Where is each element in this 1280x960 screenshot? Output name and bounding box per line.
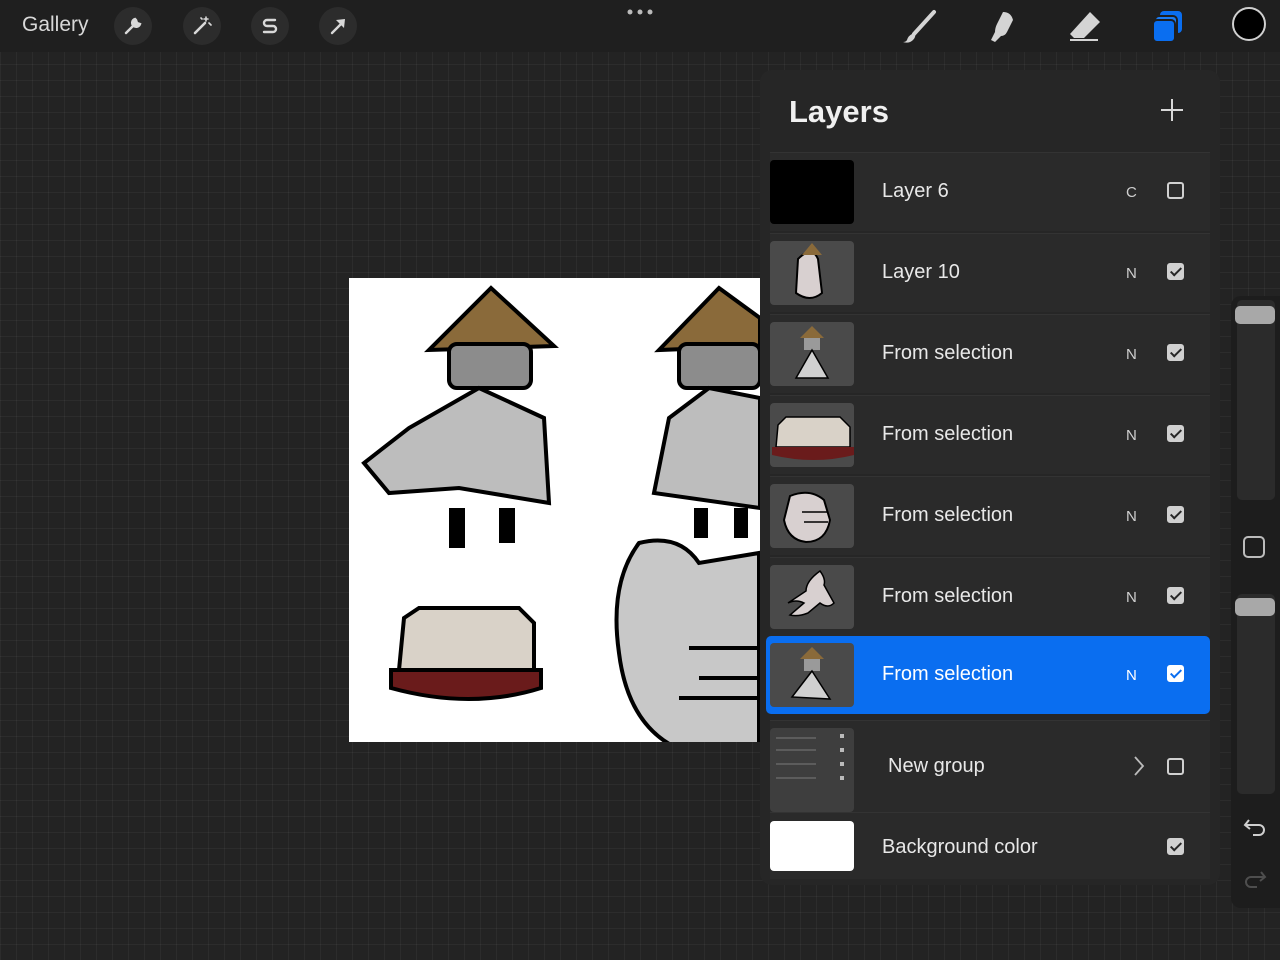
more-options-icon[interactable]	[626, 8, 654, 16]
add-layer-plus-icon[interactable]	[1158, 96, 1186, 124]
eraser-icon[interactable]	[1066, 8, 1104, 46]
layer-row-layer-6[interactable]: Layer 6 C	[770, 152, 1210, 231]
layers-panel-title: Layers	[789, 94, 889, 129]
opacity-slider[interactable]	[1235, 594, 1275, 794]
chevron-right-icon[interactable]	[1132, 755, 1146, 777]
top-toolbar: Gallery	[0, 0, 1280, 52]
smudge-icon[interactable]	[983, 8, 1021, 46]
blend-mode-button[interactable]: N	[1126, 667, 1137, 684]
layer-name: Layer 10	[882, 261, 960, 283]
wrench-icon[interactable]	[114, 7, 152, 45]
visibility-checkbox[interactable]	[1167, 665, 1184, 682]
visibility-checkbox[interactable]	[1167, 838, 1184, 855]
gallery-button[interactable]: Gallery	[22, 13, 89, 37]
layer-thumbnail	[770, 322, 854, 386]
layer-name: Background color	[882, 836, 1038, 858]
layer-row-new-group[interactable]: New group	[770, 720, 1210, 813]
layer-name: From selection	[882, 663, 1014, 685]
layer-thumbnail	[770, 403, 854, 467]
artwork-canvas[interactable]	[349, 278, 760, 742]
opacity-knob[interactable]	[1235, 598, 1275, 616]
visibility-checkbox[interactable]	[1167, 506, 1184, 523]
brush-size-knob[interactable]	[1235, 306, 1275, 324]
blend-mode-button[interactable]: N	[1126, 589, 1137, 606]
blend-mode-button[interactable]: N	[1126, 427, 1137, 444]
blend-mode-button[interactable]: N	[1126, 508, 1137, 525]
visibility-checkbox[interactable]	[1167, 344, 1184, 361]
blend-mode-button[interactable]: N	[1126, 265, 1137, 282]
layers-icon[interactable]	[1150, 8, 1188, 46]
layer-row-from-selection[interactable]: From selection N	[770, 476, 1210, 555]
layer-row-from-selection-selected[interactable]: From selection N	[766, 636, 1210, 714]
layer-name: Layer 6	[882, 180, 949, 202]
group-thumbnail	[770, 728, 854, 812]
brush-size-slider[interactable]	[1235, 300, 1275, 500]
visibility-checkbox[interactable]	[1167, 182, 1184, 199]
magic-wand-icon[interactable]	[183, 7, 221, 45]
layer-row-layer-10[interactable]: Layer 10 N	[770, 233, 1210, 312]
background-color-swatch	[770, 821, 854, 871]
layer-name: From selection	[882, 504, 1014, 526]
artwork-illustration	[361, 285, 760, 742]
selection-s-icon[interactable]	[251, 7, 289, 45]
visibility-checkbox[interactable]	[1167, 587, 1184, 604]
layer-name: From selection	[882, 423, 1014, 445]
modify-button-icon[interactable]	[1243, 536, 1265, 558]
layer-name: From selection	[882, 342, 1014, 364]
transform-arrow-icon[interactable]	[319, 7, 357, 45]
visibility-checkbox[interactable]	[1167, 758, 1184, 775]
layers-panel: Layers Layer 6 C Layer 10 N From selecti…	[760, 70, 1220, 885]
layer-thumbnail	[770, 160, 854, 224]
layer-row-from-selection[interactable]: From selection N	[770, 557, 1210, 636]
side-slider-bar	[1231, 296, 1280, 908]
layer-row-background-color[interactable]: Background color	[770, 812, 1210, 879]
redo-icon[interactable]	[1243, 868, 1267, 890]
blend-mode-button[interactable]: C	[1126, 184, 1137, 201]
layer-thumbnail	[770, 484, 854, 548]
layer-name: From selection	[882, 585, 1014, 607]
brush-icon[interactable]	[900, 8, 938, 46]
color-picker-button[interactable]	[1232, 7, 1266, 41]
visibility-checkbox[interactable]	[1167, 425, 1184, 442]
blend-mode-button[interactable]: N	[1126, 346, 1137, 363]
undo-icon[interactable]	[1243, 816, 1267, 838]
group-name: New group	[888, 755, 985, 777]
layer-thumbnail	[770, 241, 854, 305]
visibility-checkbox[interactable]	[1167, 263, 1184, 280]
layer-thumbnail	[770, 643, 854, 707]
layer-row-from-selection[interactable]: From selection N	[770, 395, 1210, 474]
layer-row-from-selection[interactable]: From selection N	[770, 314, 1210, 393]
layer-thumbnail	[770, 565, 854, 629]
